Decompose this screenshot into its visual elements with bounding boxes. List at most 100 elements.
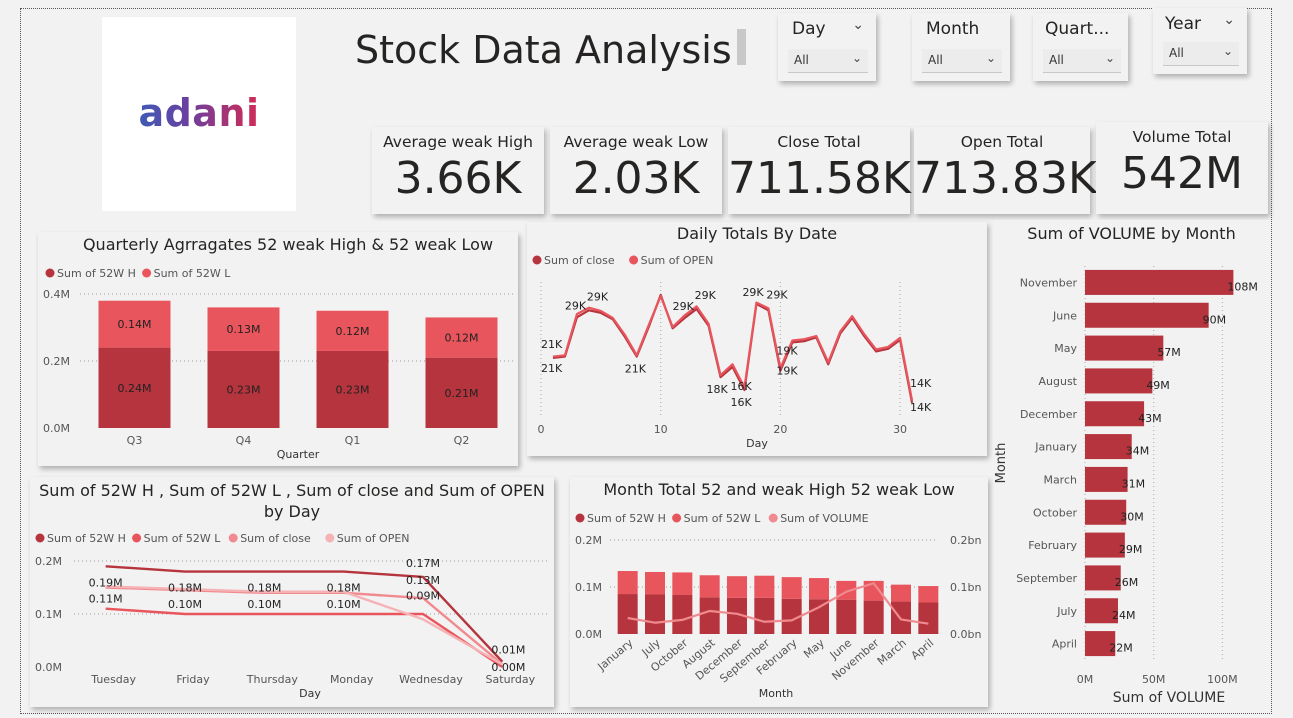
slicer-day-title: Day xyxy=(792,19,826,39)
legend-label: Sum of close xyxy=(544,254,615,267)
bar-segment xyxy=(672,594,693,634)
slicer-year-value: All xyxy=(1169,46,1184,60)
data-label: 0.18M xyxy=(327,582,361,595)
y-tick-label: 0.1M xyxy=(35,608,62,621)
x-axis-title: Day xyxy=(299,687,321,700)
bar-data-label: 57M xyxy=(1157,346,1181,359)
legend-marker xyxy=(672,513,682,523)
legend-marker xyxy=(132,533,142,543)
kpi-value: 713.83K xyxy=(914,153,1097,204)
kpi-label: Close Total xyxy=(777,133,861,151)
y-tick-label: 0.0M xyxy=(43,422,70,435)
legend-label: Sum of OPEN xyxy=(337,532,410,545)
month-total-chart[interactable]: Sum of 52W H Sum of 52W L Sum of VOLUME 0.0… xyxy=(570,477,988,707)
y-axis-title: Month xyxy=(994,443,1009,484)
kpi-value: 3.66K xyxy=(394,153,522,204)
bar-data-label: 0.21M xyxy=(445,387,479,400)
bar-segment xyxy=(754,575,775,598)
by-day-chart-card[interactable]: Sum of 52W H , Sum of 52W L , Sum of clo… xyxy=(30,477,554,707)
kpi-card-close-total: Close Total 711.58K xyxy=(728,127,911,214)
x-tick-label: Q4 xyxy=(236,434,252,447)
x-axis-title: Day xyxy=(746,437,768,450)
data-label: 0.11M xyxy=(89,593,123,606)
data-label: 0.10M xyxy=(327,598,361,611)
legend-label: Sum of VOLUME xyxy=(780,512,868,525)
kpi-card-average-low: Average weak Low 2.03K xyxy=(550,127,722,214)
kpi-label: Average weak High xyxy=(383,133,533,151)
x-axis-title: Quarter xyxy=(277,448,320,461)
x-tick-label: 0 xyxy=(538,423,545,436)
bar-data-label: 43M xyxy=(1138,412,1162,425)
volume-month-chart[interactable]: 0M 50M 100M November 108M June 90M May 57M August… xyxy=(993,220,1270,710)
x-tick-label: Wednesday xyxy=(399,673,463,686)
by-day-chart[interactable]: Sum of 52W H Sum of 52W L Sum of close Sum … xyxy=(30,477,554,707)
chevron-down-icon[interactable]: ⌄ xyxy=(852,17,864,33)
y-tick-label: August xyxy=(1039,375,1078,388)
legend-label: Sum of close xyxy=(240,532,311,545)
bar-segment xyxy=(754,597,775,634)
bar-data-label: 108M xyxy=(1227,280,1258,293)
data-label: 0.01M xyxy=(491,644,525,657)
quarterly-chart-card[interactable]: Quarterly Agrragates 52 weak High & 52 w… xyxy=(38,232,518,466)
legend-label: Sum of OPEN xyxy=(641,254,714,267)
slicer-month-value: All xyxy=(928,53,943,67)
data-label: 0.18M xyxy=(247,582,281,595)
bar-data-label: 49M xyxy=(1146,379,1170,392)
legend-label: Sum of 52W L xyxy=(154,267,232,280)
data-label: 0.10M xyxy=(247,598,281,611)
y-tick-label: April xyxy=(1052,638,1077,651)
slicer-quarter-title: Quart... xyxy=(1045,19,1110,39)
slicer-year-dropdown[interactable]: All ⌄ xyxy=(1163,42,1239,66)
quarterly-chart[interactable]: Sum of 52W H Sum of 52W L 0.0M 0.2M 0.4M 0.24… xyxy=(38,232,518,466)
data-label: 29K xyxy=(565,299,587,312)
data-label: 0.18M xyxy=(168,582,202,595)
chevron-down-icon[interactable]: ⌄ xyxy=(1223,12,1235,28)
bar-data-label: 22M xyxy=(1109,642,1133,655)
slicer-year[interactable]: Year ⌄ All ⌄ xyxy=(1153,8,1247,74)
bar-segment xyxy=(781,577,802,599)
bar-segment xyxy=(699,597,720,634)
volume-month-chart-card[interactable]: Sum of VOLUME by Month 0M 50M 100M November… xyxy=(993,220,1270,710)
legend-marker xyxy=(768,513,778,523)
y-tick-label: November xyxy=(1020,276,1078,289)
data-label: 18K xyxy=(707,383,729,396)
bar xyxy=(1085,401,1145,427)
daily-chart-card[interactable]: Daily Totals By Date Sum of close Sum of … xyxy=(527,222,987,456)
slicer-month-dropdown[interactable]: All ⌄ xyxy=(922,49,1002,73)
slicer-month[interactable]: Month All ⌄ xyxy=(912,13,1010,81)
slicer-year-title: Year xyxy=(1165,14,1201,34)
y-tick-label: October xyxy=(1033,506,1077,519)
data-label: 29K xyxy=(766,288,788,301)
legend-marker xyxy=(575,513,585,523)
company-logo: adani xyxy=(102,17,296,211)
bar-segment xyxy=(617,594,638,634)
x-tick-label: Tuesday xyxy=(90,673,136,686)
bar xyxy=(1085,434,1132,460)
x-tick-label: Q3 xyxy=(127,434,143,447)
bar-segment xyxy=(918,586,939,603)
kpi-label: Volume Total xyxy=(1132,128,1232,146)
daily-chart[interactable]: Sum of close Sum of OPEN0 10 20 3021K21K29K2… xyxy=(527,222,987,456)
legend-marker xyxy=(35,533,45,543)
kpi-value: 542M xyxy=(1121,148,1243,199)
bar-data-label: 0.23M xyxy=(336,383,370,396)
x-tick-label: March xyxy=(875,636,909,668)
slicer-quarter-dropdown[interactable]: All ⌄ xyxy=(1043,49,1121,73)
y2-tick-label: 0.0bn xyxy=(950,628,981,641)
data-label: 21K xyxy=(541,338,563,351)
kpi-card-open-total: Open Total 713.83K xyxy=(914,127,1097,214)
report-canvas: adani Stock Data Analysis Day ⌄ All ⌄ Mo… xyxy=(0,0,1293,718)
legend-label: Sum of 52W L xyxy=(144,532,222,545)
slicer-day[interactable]: Day ⌄ All ⌄ xyxy=(778,13,876,81)
slicer-quarter[interactable]: Quart... All ⌄ xyxy=(1033,13,1128,81)
y-tick-label: March xyxy=(1043,473,1077,486)
month-total-chart-card[interactable]: Month Total 52 and weak High 52 weak Low… xyxy=(570,477,988,707)
legend-marker xyxy=(142,268,152,278)
legend-marker xyxy=(325,533,335,543)
bar-data-label: 0.12M xyxy=(336,325,370,338)
x-tick-label: May xyxy=(801,636,827,661)
kpi-label: Open Total xyxy=(960,133,1044,151)
slicer-day-dropdown[interactable]: All ⌄ xyxy=(788,49,868,73)
data-label: 29K xyxy=(673,300,695,313)
y-tick-label: December xyxy=(1020,408,1078,421)
